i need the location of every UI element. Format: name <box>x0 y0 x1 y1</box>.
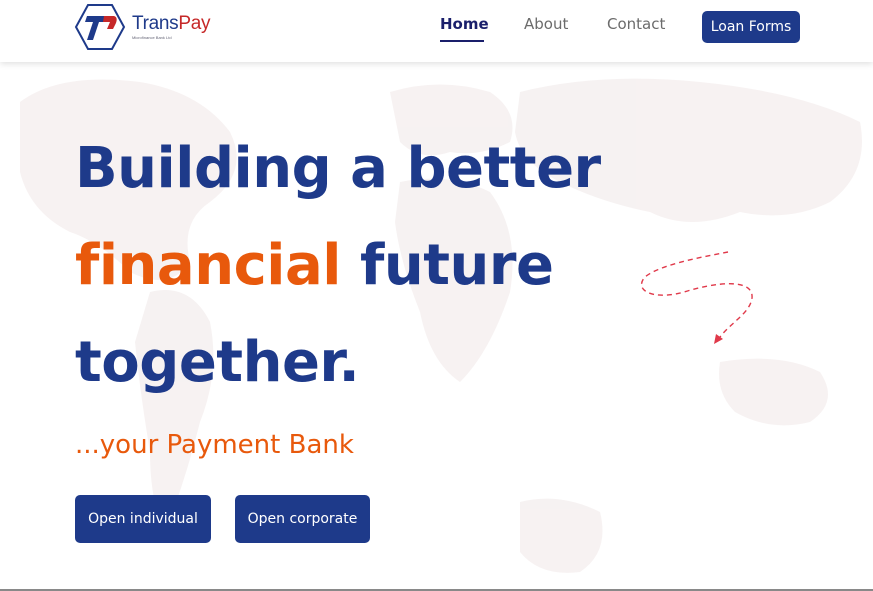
headline-line2: future <box>359 233 554 298</box>
open-corporate-button[interactable]: Open corporate <box>235 495 370 543</box>
headline-accent: financial <box>75 233 341 298</box>
hero-section: Building a better financial future toget… <box>0 62 873 591</box>
loan-forms-button[interactable]: Loan Forms <box>702 11 800 43</box>
open-individual-button[interactable]: Open individual <box>75 495 211 543</box>
nav-home[interactable]: Home <box>440 14 489 34</box>
site-header: TransPay Microfinance Bank Ltd Home Abou… <box>0 0 873 62</box>
hero-subtitle: ...your Payment Bank <box>75 430 354 460</box>
nav-contact[interactable]: Contact <box>607 14 665 34</box>
dashed-arrow-icon <box>641 251 753 344</box>
nav-active-underline <box>440 40 484 42</box>
headline-line1: Building a better <box>75 136 601 201</box>
headline-line3: together. <box>75 330 360 395</box>
hero-headline: Building a better financial future toget… <box>75 120 695 411</box>
nav-about[interactable]: About <box>524 14 568 34</box>
